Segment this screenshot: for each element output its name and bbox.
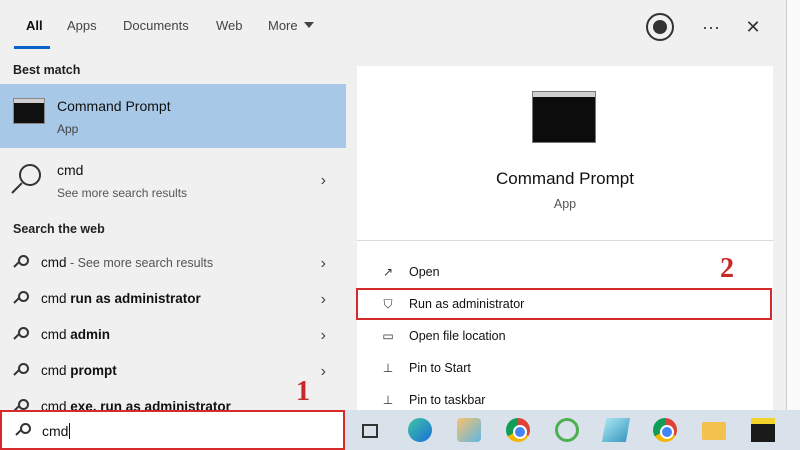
background-window-edge bbox=[786, 0, 800, 410]
chrome-icon[interactable] bbox=[653, 418, 677, 442]
pin-to-start-action[interactable]: ⊥ Pin to Start bbox=[357, 352, 773, 384]
web-result-text: cmd - See more search results bbox=[41, 255, 214, 270]
chevron-right-icon: › bbox=[320, 363, 326, 380]
action-label: Open file location bbox=[409, 329, 506, 343]
tab-apps[interactable]: Apps bbox=[67, 18, 97, 33]
divider bbox=[357, 240, 773, 241]
command-prompt-icon bbox=[532, 91, 596, 143]
best-match-item[interactable]: Command Prompt App bbox=[0, 84, 346, 148]
search-icon bbox=[13, 399, 30, 410]
paint-icon[interactable] bbox=[457, 418, 481, 442]
cmd-result-item[interactable]: cmd See more search results › bbox=[0, 154, 346, 206]
web-result-item[interactable]: cmd admin › bbox=[0, 318, 346, 352]
preview-pane: Command Prompt App ↗ Open ⛉ Run as admin… bbox=[356, 66, 773, 410]
tab-web[interactable]: Web bbox=[216, 18, 243, 33]
action-label: Pin to Start bbox=[409, 361, 471, 375]
web-result-text: cmd exe, run as administrator bbox=[41, 399, 231, 410]
annotation-step-2: 2 bbox=[720, 253, 734, 284]
screen: All Apps Documents Web More ··· ✕ Best m… bbox=[0, 0, 800, 450]
chrome-icon[interactable] bbox=[506, 418, 530, 442]
web-result-item[interactable]: cmd exe, run as administrator bbox=[0, 390, 346, 410]
search-icon bbox=[13, 327, 30, 343]
chevron-right-icon: › bbox=[320, 255, 326, 272]
open-icon: ↗ bbox=[382, 265, 394, 279]
cmd-result-title: cmd bbox=[57, 162, 84, 178]
notes-app-icon[interactable] bbox=[601, 418, 631, 442]
web-result-item[interactable]: cmd prompt › bbox=[0, 354, 346, 388]
best-match-subtitle: App bbox=[57, 122, 79, 136]
active-tab-indicator bbox=[14, 46, 50, 49]
more-options-button[interactable]: ··· bbox=[696, 12, 726, 42]
results-column: Best match Command Prompt App cmd See mo… bbox=[0, 50, 346, 410]
open-file-location-action[interactable]: ▭ Open file location bbox=[357, 320, 773, 352]
search-web-label: Search the web bbox=[13, 222, 105, 236]
search-box[interactable]: cmd bbox=[0, 410, 345, 450]
search-input[interactable]: cmd bbox=[42, 423, 71, 439]
search-icon bbox=[13, 363, 30, 379]
cmd-result-subtitle: See more search results bbox=[57, 186, 188, 200]
feedback-icon bbox=[646, 13, 674, 41]
search-icon bbox=[13, 291, 30, 307]
command-prompt-icon bbox=[13, 98, 45, 124]
chevron-right-icon: › bbox=[320, 172, 326, 189]
best-match-label: Best match bbox=[13, 63, 81, 77]
search-icon bbox=[10, 162, 44, 196]
open-action[interactable]: ↗ Open bbox=[357, 256, 773, 288]
search-icon bbox=[15, 423, 32, 439]
edge-browser-icon[interactable] bbox=[408, 418, 432, 442]
action-label: Open bbox=[409, 265, 440, 279]
web-result-item[interactable]: cmd - See more search results › bbox=[0, 246, 346, 280]
pin-icon: ⊥ bbox=[382, 361, 394, 375]
tab-all[interactable]: All bbox=[26, 18, 43, 33]
tab-more[interactable]: More bbox=[268, 18, 314, 33]
annotation-highlight-box bbox=[356, 288, 772, 320]
tab-documents[interactable]: Documents bbox=[123, 18, 189, 33]
file-location-icon: ▭ bbox=[382, 329, 394, 343]
preview-title: Command Prompt bbox=[496, 169, 634, 188]
sticky-notes-icon[interactable] bbox=[751, 418, 775, 442]
annotation-step-1: 1 bbox=[296, 376, 310, 407]
tab-more-label: More bbox=[268, 18, 298, 33]
green-app-icon[interactable] bbox=[555, 418, 579, 442]
chevron-down-icon bbox=[303, 22, 314, 28]
search-panel: All Apps Documents Web More ··· ✕ Best m… bbox=[0, 0, 786, 410]
task-view-icon[interactable] bbox=[362, 424, 378, 438]
feedback-button[interactable] bbox=[645, 12, 675, 42]
action-label: Pin to taskbar bbox=[409, 393, 486, 407]
web-result-text: cmd prompt bbox=[41, 363, 117, 378]
chevron-right-icon: › bbox=[320, 327, 326, 344]
web-result-text: cmd run as administrator bbox=[41, 291, 201, 306]
best-match-title: Command Prompt bbox=[57, 98, 171, 114]
text-cursor bbox=[69, 423, 71, 439]
preview-subtitle: App bbox=[553, 197, 577, 211]
pin-icon: ⊥ bbox=[382, 393, 394, 407]
tab-bar: All Apps Documents Web More ··· ✕ bbox=[0, 0, 786, 50]
close-button[interactable]: ✕ bbox=[738, 12, 768, 42]
chevron-right-icon: › bbox=[320, 291, 326, 308]
search-icon bbox=[13, 255, 30, 271]
file-explorer-icon[interactable] bbox=[702, 422, 726, 440]
web-result-text: cmd admin bbox=[41, 327, 111, 342]
web-result-item[interactable]: cmd run as administrator › bbox=[0, 282, 346, 316]
